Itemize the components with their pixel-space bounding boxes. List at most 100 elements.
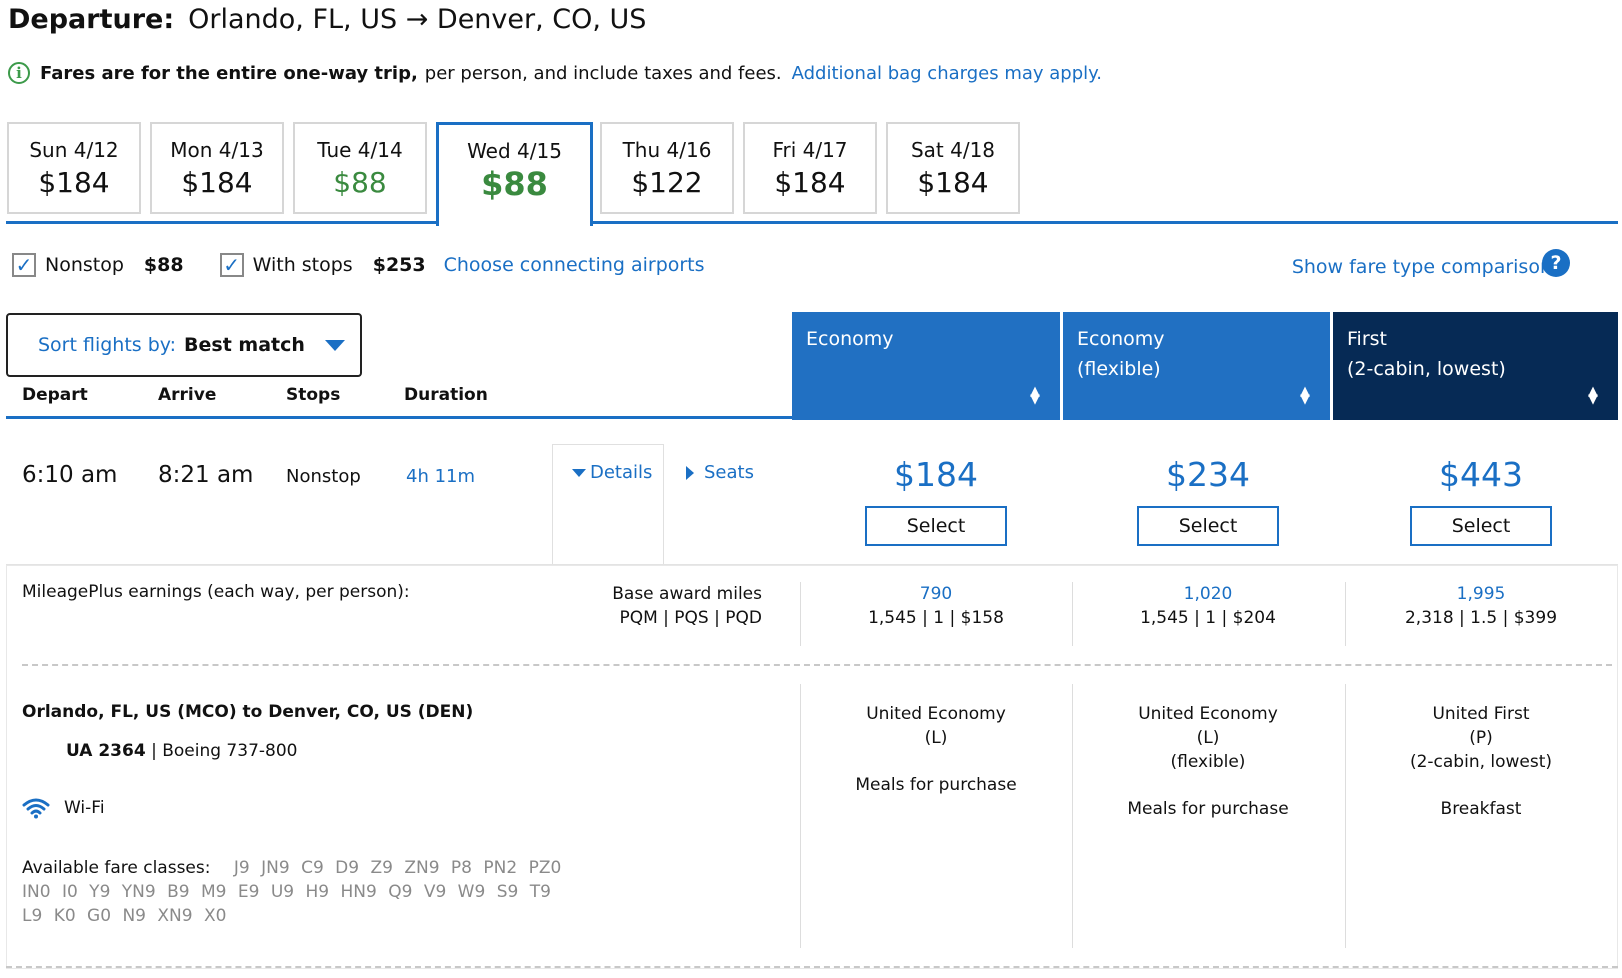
fare-header-title: Economy: [806, 328, 894, 350]
pq-values: 2,318 | 1.5 | $399: [1404, 608, 1558, 628]
date-tab[interactable]: Tue 4/14 $88: [293, 122, 427, 214]
cabin-name: United Economy: [866, 704, 1006, 724]
notice-text: per person, and include taxes and fees.: [424, 62, 782, 84]
nonstop-label: Nonstop: [45, 254, 124, 276]
aircraft: Boeing 737-800: [162, 741, 298, 761]
stop-filters: ✓ Nonstop $88 ✓ With stops $253 Choose c…: [12, 253, 705, 277]
fare-classes-label: Available fare classes:: [22, 858, 211, 878]
cabin-code: (L): [1196, 728, 1220, 748]
date-tab-selected[interactable]: Wed 4/15 $88: [436, 122, 593, 226]
tab-day: Wed 4/15: [467, 139, 562, 163]
tab-price: $184: [181, 166, 253, 199]
mileageplus-label: MileagePlus earnings (each way, per pers…: [22, 582, 410, 602]
fare-comparison-link[interactable]: Show fare type comparison: [1292, 256, 1552, 278]
cabin-economy: United Economy (L) Meals for purchase: [802, 702, 1070, 797]
flight-number: UA 2364: [66, 741, 146, 761]
mileage-legend: Base award miles PQM | PQS | PQD: [570, 582, 762, 630]
col-duration: Duration: [404, 385, 488, 405]
base-miles-label: Base award miles: [612, 584, 762, 604]
divider: [800, 582, 801, 646]
sort-arrows-icon: ▲ ▼: [1588, 384, 1598, 407]
award-miles: 790: [919, 584, 953, 604]
meal-info: Meals for purchase: [855, 775, 1017, 795]
fare-notice: i Fares are for the entire one-way trip,…: [8, 62, 1102, 84]
mileage-economy-flexible: 1,020 1,545 | 1 | $204: [1074, 582, 1342, 630]
wifi-icon: [22, 798, 50, 819]
divider: [1345, 582, 1346, 646]
fare-header-title: First: [1347, 328, 1387, 350]
date-tab[interactable]: Sat 4/18 $184: [886, 122, 1020, 214]
tab-price: $184: [917, 166, 989, 199]
cabin-name: United First: [1432, 704, 1530, 724]
meal-info: Breakfast: [1440, 799, 1522, 819]
seats-label: Seats: [704, 462, 754, 483]
divider: [800, 684, 801, 948]
fare-header-economy-flexible[interactable]: Economy (flexible) ▲ ▼: [1063, 312, 1330, 420]
tab-price: $184: [774, 166, 846, 199]
tab-price: $88: [481, 165, 548, 203]
duration-value: 4h 11m: [406, 466, 476, 487]
wifi-label: Wi-Fi: [64, 798, 105, 818]
fare-header-subtitle: (flexible): [1077, 358, 1161, 380]
nonstop-checkbox[interactable]: ✓: [12, 253, 36, 277]
tab-day: Tue 4/14: [317, 138, 403, 162]
pq-values: 1,545 | 1 | $204: [1140, 608, 1276, 628]
details-link[interactable]: Details: [572, 462, 652, 483]
help-icon[interactable]: ?: [1542, 249, 1570, 277]
sort-label: Sort flights by:: [38, 334, 177, 356]
mileage-economy: 790 1,545 | 1 | $158: [802, 582, 1070, 630]
cabin-economy-flexible: United Economy (L) (flexible) Meals for …: [1074, 702, 1342, 821]
fare-price-economy: $184: [894, 455, 978, 494]
tab-day: Fri 4/17: [772, 138, 848, 162]
col-depart: Depart: [22, 385, 88, 405]
tab-price: $88: [333, 166, 387, 199]
with-stops-checkbox[interactable]: ✓: [219, 253, 244, 277]
page-title: Departure: Orlando, FL, US → Denver, CO, …: [8, 4, 646, 35]
amenity-wifi: Wi-Fi: [22, 797, 105, 819]
info-icon: i: [8, 62, 30, 84]
select-economy-flexible-button[interactable]: Select: [1137, 506, 1279, 546]
date-tab[interactable]: Fri 4/17 $184: [743, 122, 877, 214]
tab-day: Thu 4/16: [622, 138, 712, 162]
select-economy-button[interactable]: Select: [865, 506, 1007, 546]
arrive-time: 8:21 am: [158, 462, 254, 488]
date-tab[interactable]: Thu 4/16 $122: [600, 122, 734, 214]
cabin-variant: (2-cabin, lowest): [1409, 752, 1553, 772]
departure-label: Departure:: [8, 4, 175, 35]
cabin-code: (L): [924, 728, 948, 748]
bottom-separator: [6, 966, 1618, 968]
tab-price: $122: [631, 166, 703, 199]
flight-info: UA 2364 | Boeing 737-800: [66, 741, 297, 761]
sort-dropdown[interactable]: Sort flights by: Best match: [6, 313, 362, 377]
fare-classes: Available fare classes: J9 JN9 C9 D9 Z9 …: [22, 856, 582, 928]
date-tab[interactable]: Mon 4/13 $184: [150, 122, 284, 214]
mileage-first: 1,995 2,318 | 1.5 | $399: [1347, 582, 1615, 630]
pq-label: PQM | PQS | PQD: [619, 608, 762, 628]
meal-info: Meals for purchase: [1127, 799, 1289, 819]
chevron-down-icon: [324, 339, 345, 351]
col-stops: Stops: [286, 385, 341, 405]
details-label: Details: [590, 462, 653, 483]
with-stops-label: With stops: [252, 254, 353, 276]
award-miles: 1,995: [1456, 584, 1506, 604]
cabin-code: (P): [1469, 728, 1493, 748]
fare-header-economy[interactable]: Economy ▲ ▼: [792, 312, 1060, 420]
segment-route: Orlando, FL, US (MCO) to Denver, CO, US …: [22, 702, 474, 722]
fare-price-first: $443: [1439, 455, 1523, 494]
fare-price-economy-flexible: $234: [1166, 455, 1250, 494]
cabin-variant: (flexible): [1170, 752, 1246, 772]
tab-price: $184: [38, 166, 110, 199]
bag-charges-link[interactable]: Additional bag charges may apply.: [792, 63, 1102, 84]
depart-time: 6:10 am: [22, 462, 118, 488]
fare-header-first[interactable]: First (2-cabin, lowest) ▲ ▼: [1333, 312, 1618, 420]
fare-header-subtitle: (2-cabin, lowest): [1347, 358, 1506, 380]
award-miles: 1,020: [1183, 584, 1233, 604]
connecting-airports-link[interactable]: Choose connecting airports: [444, 254, 705, 276]
with-stops-price: $253: [372, 254, 426, 276]
date-tab[interactable]: Sun 4/12 $184: [7, 122, 141, 214]
tabs-underline: [6, 221, 1618, 224]
divider: [1072, 684, 1073, 948]
sort-value: Best match: [184, 334, 305, 356]
seats-link[interactable]: Seats: [686, 462, 754, 483]
select-first-button[interactable]: Select: [1410, 506, 1552, 546]
